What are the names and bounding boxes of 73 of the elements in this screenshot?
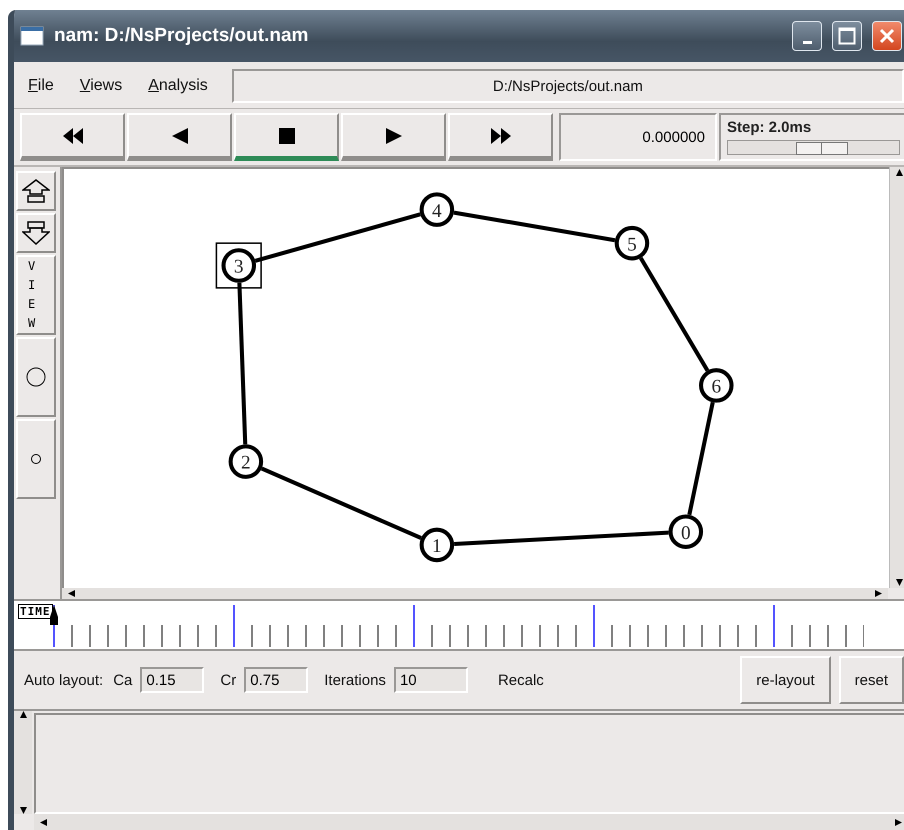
large-node-button[interactable] xyxy=(16,337,56,417)
node-circle[interactable] xyxy=(228,444,264,479)
scroll-arrow-icon xyxy=(896,578,902,586)
node-label: 6 xyxy=(711,376,722,398)
node-label: 3 xyxy=(234,256,244,278)
scroll-arrow-icon xyxy=(896,169,902,176)
maximize-button[interactable] xyxy=(832,21,862,51)
parameter-field[interactable]: 0.15 xyxy=(140,667,204,693)
node-label: 5 xyxy=(627,234,637,256)
layout-button[interactable]: re-layout xyxy=(740,656,831,704)
time-slider-thumb[interactable] xyxy=(49,605,59,625)
step-label: Step: 2.0ms xyxy=(727,119,812,136)
node-circle[interactable] xyxy=(221,248,256,283)
scroll-arrow-icon xyxy=(40,818,47,826)
minimize-icon xyxy=(802,40,812,44)
step-slider-thumb[interactable] xyxy=(796,142,848,155)
down-arrow-icon xyxy=(22,221,50,245)
node-label: 4 xyxy=(432,200,442,222)
view-button[interactable]: VIEW xyxy=(16,255,56,335)
playback-button[interactable] xyxy=(341,113,446,161)
time-label: TIME xyxy=(18,604,52,619)
scroll-arrow-icon xyxy=(20,711,26,718)
zoom-in-button[interactable] xyxy=(16,171,56,211)
maximize-icon xyxy=(838,27,856,45)
circle-icon xyxy=(30,453,42,465)
field-label: Cr xyxy=(220,672,236,688)
node-circle[interactable] xyxy=(668,514,704,549)
window-icon xyxy=(20,26,44,46)
node-circle[interactable] xyxy=(699,368,734,403)
parameter-field[interactable]: 0.75 xyxy=(244,667,308,693)
horizontal-scrollbar[interactable] xyxy=(62,588,888,599)
file-path-field: D:/NsProjects/out.nam xyxy=(232,69,904,103)
small-node-button[interactable] xyxy=(16,419,56,499)
recalc-label: Recalc xyxy=(498,672,544,688)
node-circle[interactable] xyxy=(420,528,454,562)
auto-layout-label: Auto layout: xyxy=(24,672,104,688)
horizontal-scrollbar[interactable] xyxy=(34,814,904,830)
window-title: nam: D:/NsProjects/out.nam xyxy=(54,25,310,47)
network-canvas[interactable]: 3 4 5 6 0 1 2 xyxy=(62,167,889,588)
node-label: 0 xyxy=(680,522,691,544)
back-icon xyxy=(172,128,188,144)
scroll-arrow-icon xyxy=(875,590,882,597)
play-icon xyxy=(386,128,402,144)
node-circle[interactable] xyxy=(614,226,650,260)
circle-icon xyxy=(26,367,46,387)
fast-forward-icon xyxy=(490,128,510,144)
node-label: 2 xyxy=(241,452,251,474)
node-label: 1 xyxy=(432,536,442,558)
menu-item[interactable]: Analysis xyxy=(142,77,214,95)
menu-item[interactable]: File xyxy=(22,77,60,95)
time-display: 0.000000 xyxy=(559,113,717,161)
menu-item[interactable]: Views xyxy=(74,77,128,95)
close-icon xyxy=(879,28,895,44)
layout-button[interactable]: reset xyxy=(838,656,904,704)
close-button[interactable] xyxy=(872,21,902,51)
playback-button[interactable] xyxy=(234,113,339,161)
parameter-field[interactable]: 10 xyxy=(394,667,468,693)
scroll-arrow-icon xyxy=(895,818,902,826)
minimize-button[interactable] xyxy=(792,21,822,51)
field-label: Iterations xyxy=(324,672,386,688)
stop-icon xyxy=(278,128,294,144)
rewind-icon xyxy=(62,128,82,144)
playback-button[interactable] xyxy=(448,113,553,161)
scroll-arrow-icon xyxy=(68,590,75,597)
playback-button[interactable] xyxy=(20,113,125,161)
playback-button[interactable] xyxy=(127,113,232,161)
zoom-out-button[interactable] xyxy=(16,213,56,253)
vertical-scrollbar[interactable] xyxy=(14,711,32,814)
vertical-scrollbar[interactable] xyxy=(889,167,904,588)
scroll-arrow-icon xyxy=(20,807,26,814)
node-circle[interactable] xyxy=(420,192,454,227)
field-label: Ca xyxy=(113,672,132,688)
up-arrow-icon xyxy=(22,179,50,203)
